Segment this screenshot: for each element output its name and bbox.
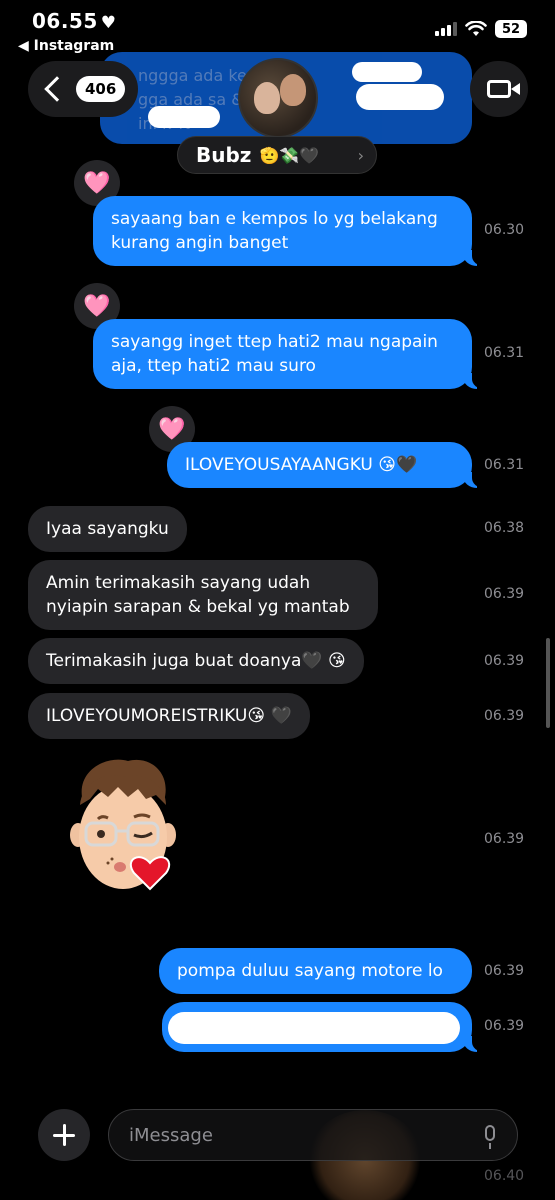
- message-time: 06.31: [484, 345, 525, 361]
- message-time: 06.40: [484, 1168, 525, 1184]
- message-text: Amin terimakasih sayang udah nyiapin sar…: [46, 573, 350, 617]
- message-bubble-received[interactable]: Terimakasih juga buat doanya🖤 😘: [28, 638, 364, 684]
- back-to-app-link[interactable]: ◀ Instagram: [18, 38, 114, 54]
- back-button[interactable]: 406: [28, 61, 138, 117]
- video-camera-icon: [487, 80, 520, 98]
- redaction-mark: [352, 62, 422, 82]
- status-time: 06.55 ♥: [32, 9, 117, 33]
- message-text: Terimakasih juga buat doanya🖤 😘: [46, 651, 346, 671]
- message-text: ILOVEYOUMOREISTRIKU😘 🖤: [46, 706, 292, 726]
- redaction-mark: [356, 84, 444, 110]
- message-text: Iyaa sayangku: [46, 519, 169, 539]
- message-time: 06.39: [484, 963, 525, 979]
- microphone-icon[interactable]: [485, 1125, 495, 1141]
- message-time: 06.31: [484, 457, 525, 473]
- redaction-mark: [148, 106, 220, 128]
- contact-avatar[interactable]: [238, 58, 318, 138]
- heart-icon: ♥: [100, 13, 117, 33]
- wifi-icon: [465, 21, 487, 36]
- message-bubble-sent[interactable]: ILOVEYOUSAYAANGKU 😘🖤: [167, 442, 484, 488]
- contact-name-emojis: 🫡💸🖤: [259, 145, 320, 165]
- message-input[interactable]: [129, 1124, 459, 1146]
- message-bubble-received[interactable]: ILOVEYOUMOREISTRIKU😘 🖤: [28, 693, 310, 739]
- message-text: sayaang ban e kempos lo yg belakang kura…: [111, 209, 438, 253]
- message-time: 06.39: [484, 586, 525, 602]
- chevron-left-icon: [44, 76, 70, 102]
- chevron-right-icon: ›: [357, 145, 364, 165]
- contact-name-pill[interactable]: Bubz 🫡💸🖤 ›: [177, 136, 377, 174]
- message-time: 06.39: [484, 831, 525, 847]
- message-bubble-received[interactable]: Iyaa sayangku: [28, 506, 187, 552]
- contact-name: Bubz: [196, 143, 252, 167]
- unread-count-badge: 406: [76, 76, 126, 102]
- redaction-mark: [168, 1012, 460, 1044]
- message-text: ILOVEYOUSAYAANGKU 😘🖤: [185, 455, 418, 475]
- message-bubble-sent[interactable]: pompa duluu sayang motore lo: [159, 948, 472, 994]
- message-text: pompa duluu sayang motore lo: [177, 961, 443, 981]
- add-attachment-button[interactable]: [38, 1109, 90, 1161]
- battery-indicator: 52: [495, 20, 527, 38]
- message-time: 06.38: [484, 520, 525, 536]
- message-text: sayangg inget ttep hati2 mau ngapain aja…: [111, 332, 438, 376]
- message-bubble-sent[interactable]: sayaang ban e kempos lo yg belakang kura…: [93, 196, 484, 266]
- message-time: 06.39: [484, 1018, 525, 1034]
- message-time: 06.39: [484, 708, 525, 724]
- message-time: 06.39: [484, 653, 525, 669]
- cellular-signal-icon: [435, 22, 457, 36]
- video-call-button[interactable]: [470, 61, 528, 117]
- scrollbar[interactable]: [546, 638, 550, 728]
- message-bubble-sent[interactable]: sayangg inget ttep hati2 mau ngapain aja…: [93, 319, 484, 389]
- message-time: 06.30: [484, 222, 525, 238]
- memoji-sticker[interactable]: [68, 755, 178, 895]
- message-bubble-received[interactable]: Amin terimakasih sayang udah nyiapin sar…: [28, 560, 378, 630]
- message-input-field[interactable]: [108, 1109, 518, 1161]
- status-icons: 52: [435, 20, 527, 38]
